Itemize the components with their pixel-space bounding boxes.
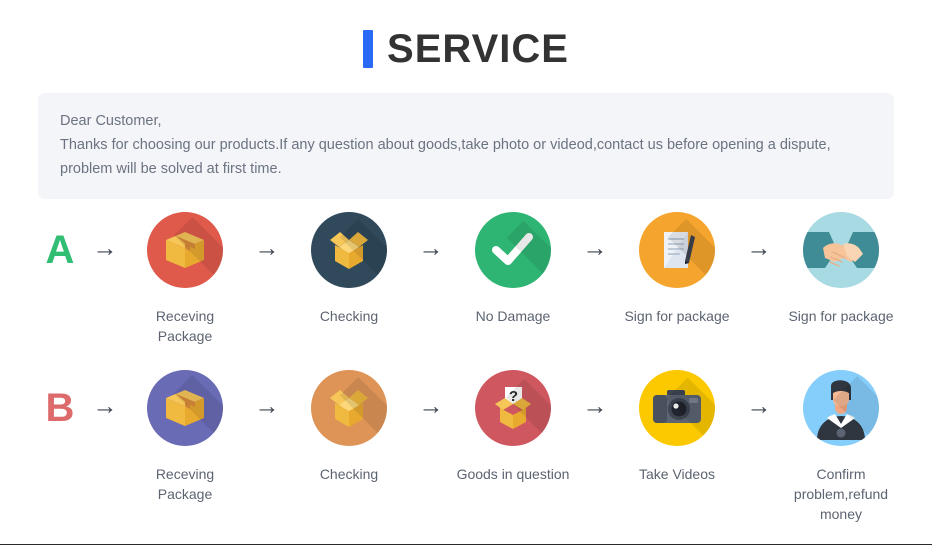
arrow-icon: → [92,234,118,262]
flow-row-b: B → Receving Package → Checking → ? Good… [38,370,898,524]
flow-step: Sign for package [620,212,734,326]
arrow-icon: → [92,392,118,420]
page-title: SERVICE [0,0,932,90]
flow-step: Checking [292,212,406,326]
support-person-icon [803,370,879,446]
arrow-icon: → [746,392,772,420]
notice-line-1: Dear Customer, [60,113,162,129]
arrow-icon: → [254,392,280,420]
flow-letter-b: B [45,386,75,430]
flow-step-label: No Damage [475,308,551,324]
flow-step: No Damage [456,212,570,326]
flow-step-label: Receving Package [155,308,215,344]
flow-step: Receving Package [128,212,242,346]
arrow-icon: → [418,234,444,262]
notice-line-3: problem will be solved at first time. [60,161,282,177]
arrow-icon: → [254,234,280,262]
customer-notice-box: Dear Customer, Thanks for choosing our p… [38,93,894,199]
title-accent-bar [363,30,374,68]
flow-step-label: Checking [319,308,379,324]
flow-step-label: Take Videos [638,466,715,482]
flow-step-label: Sign for package [788,308,894,324]
flow-step: ? Goods in question [456,370,570,484]
check-mark-icon [475,212,551,288]
flow-step: Take Videos [620,370,734,484]
document-signature-icon [639,212,715,288]
package-box-icon [147,212,223,288]
flow-step-label: Checking [319,466,379,482]
flow-step-label: Sign for package [624,308,730,324]
service-page: SERVICE Dear Customer, Thanks for choosi… [0,0,932,550]
package-box-icon [147,370,223,446]
flow-step: Checking [292,370,406,484]
flow-step: Sign for package [784,212,898,326]
flow-step-label: Receving Package [155,466,215,502]
flow-step-label: Confirm problem,refund money [793,466,889,522]
question-box-icon: ? [475,370,551,446]
flow-step: Confirm problem,refund money [784,370,898,524]
arrow-icon: → [582,234,608,262]
notice-line-2: Thanks for choosing our products.If any … [60,137,831,153]
arrow-icon: → [582,392,608,420]
handshake-icon [803,212,879,288]
open-box-icon [311,212,387,288]
page-title-text: SERVICE [387,27,569,71]
arrow-icon: → [746,234,772,262]
flow-row-a: A → Receving Package → Checking → No Dam… [38,212,898,346]
camera-icon [639,370,715,446]
flow-step: Receving Package [128,370,242,504]
flow-step-label: Goods in question [456,466,570,482]
bottom-divider [0,544,932,545]
arrow-icon: → [418,392,444,420]
open-box-icon [311,370,387,446]
flow-letter-a: A [45,228,75,272]
